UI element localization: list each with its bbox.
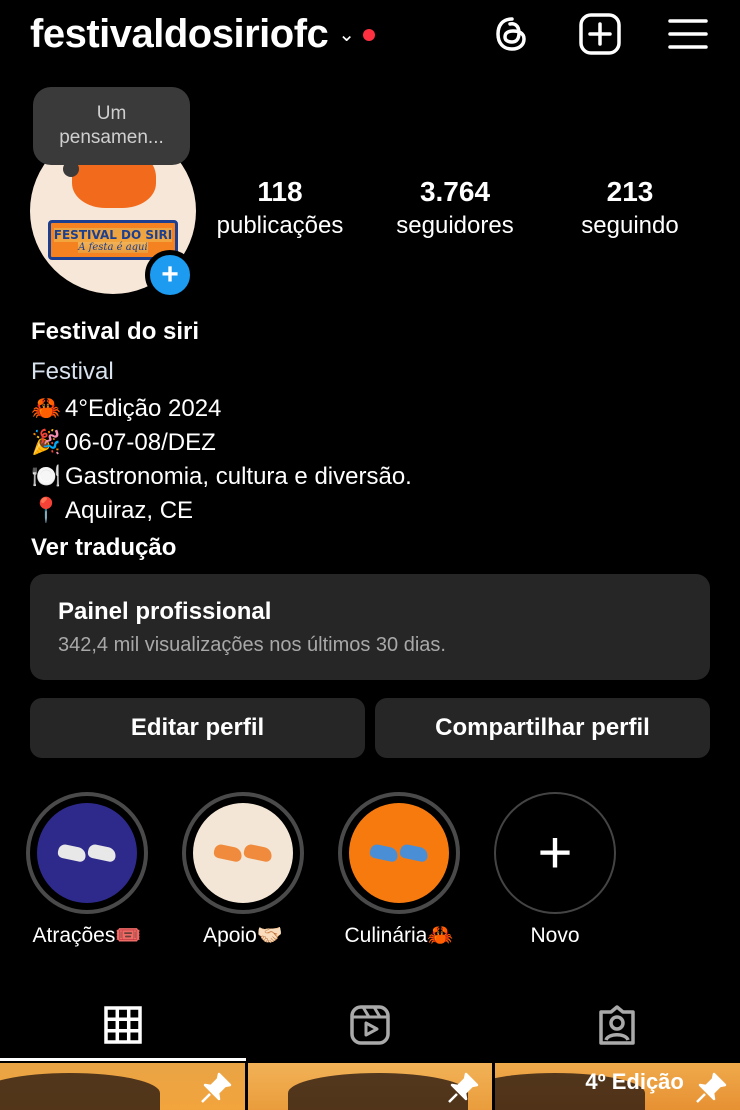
bio-line-text: 06-07-08/DEZ: [65, 429, 216, 456]
highlight-ring: [338, 792, 460, 914]
bio-line-text: Gastronomia, cultura e diversão.: [65, 463, 412, 490]
reels-icon: [350, 1005, 390, 1045]
pin-icon: 📍: [31, 497, 61, 524]
post-overlay-text: 4º Edição: [585, 1069, 684, 1094]
sandal-icon: [86, 843, 118, 863]
post-thumbnail[interactable]: [0, 1063, 245, 1110]
profile-stats: 118 publicações 3.764 seguidores 213 seg…: [200, 176, 710, 240]
highlight-cover: [37, 803, 137, 903]
party-popper-icon: 🎉: [31, 429, 61, 456]
profile-category: Festival: [31, 358, 114, 385]
highlight-ring: +: [494, 792, 616, 914]
stat-posts[interactable]: 118 publicações: [200, 176, 360, 240]
stat-label: seguindo: [581, 212, 679, 239]
stat-followers[interactable]: 3.764 seguidores: [375, 176, 535, 240]
note-text-line2: pensamen...: [59, 127, 164, 148]
post-thumbnail[interactable]: 4º Edição: [495, 1063, 740, 1110]
bio-line: 🎉 06-07-08/DEZ: [31, 426, 710, 460]
sandal-icon: [212, 843, 244, 863]
note-text-line1: Um: [96, 103, 127, 124]
palm-silhouette: [0, 1073, 160, 1110]
plate-icon: 🍽️: [31, 463, 61, 490]
palm-silhouette: [287, 1073, 468, 1110]
highlight-cover: [349, 803, 449, 903]
tab-reels[interactable]: [247, 990, 494, 1060]
crab-icon: 🦀: [31, 395, 61, 422]
highlight-ring: [182, 792, 304, 914]
share-profile-button[interactable]: Compartilhar perfil: [375, 698, 710, 758]
stat-label: seguidores: [396, 212, 514, 239]
edit-profile-button[interactable]: Editar perfil: [30, 698, 365, 758]
profile-bio: Festival do siri Festival 🦀 4°Edição 2024…: [31, 316, 710, 566]
panel-subtitle: 342,4 mil visualizações nos últimos 30 d…: [58, 634, 446, 656]
note-bubble[interactable]: Um pensamen...: [33, 87, 190, 177]
professional-dashboard[interactable]: Painel profissional 342,4 mil visualizaç…: [30, 574, 710, 680]
chevron-down-icon[interactable]: ⌄: [338, 22, 355, 47]
username-switcher[interactable]: festivaldosiriofc: [30, 12, 329, 57]
profile-actions: Editar perfil Compartilhar perfil: [30, 698, 710, 758]
post-thumbnail[interactable]: [247, 1063, 493, 1110]
bio-line: 📍 Aquiraz, CE: [31, 494, 710, 528]
stat-value: 118: [257, 176, 303, 207]
add-story-plus-icon[interactable]: +: [145, 250, 195, 300]
display-name: Festival do siri: [31, 318, 200, 345]
pin-icon: [696, 1072, 727, 1103]
bio-line-text: 4°Edição 2024: [65, 395, 222, 422]
stat-value: 3.764: [419, 176, 491, 207]
highlight-label: Atrações🎟️: [32, 924, 142, 947]
story-highlights: Atrações🎟️ Apoio🤝🏻 Culinária🦀 + Novo: [24, 792, 618, 948]
sandal-icon: [368, 843, 400, 863]
panel-title: Painel profissional: [58, 598, 272, 625]
add-post-icon[interactable]: [578, 12, 622, 56]
posts-grid: 4º Edição: [0, 1063, 740, 1110]
highlight-item[interactable]: Atrações🎟️: [24, 792, 150, 948]
notification-dot: [363, 29, 376, 41]
highlight-cover: [193, 803, 293, 903]
sandal-icon: [56, 843, 88, 863]
top-icons: [490, 12, 710, 56]
grid-icon: [104, 1006, 143, 1044]
highlight-label: Apoio🤝🏻: [203, 924, 283, 947]
threads-icon[interactable]: [490, 12, 534, 56]
menu-icon[interactable]: [666, 12, 710, 56]
pin-icon: [200, 1072, 231, 1103]
tab-tagged[interactable]: [493, 990, 740, 1060]
plus-icon: +: [537, 819, 573, 886]
active-tab-indicator: [0, 1058, 246, 1061]
profile-tabs: [0, 990, 740, 1060]
pin-icon: [448, 1072, 479, 1103]
new-highlight-button[interactable]: + Novo: [492, 792, 618, 948]
tagged-icon: [598, 1005, 635, 1045]
highlight-item[interactable]: Apoio🤝🏻: [180, 792, 306, 948]
bio-line: 🍽️ Gastronomia, cultura e diversão.: [31, 460, 710, 494]
stat-following[interactable]: 213 seguindo: [550, 176, 710, 240]
sandal-icon: [242, 843, 274, 863]
sandal-icon: [398, 843, 430, 863]
bio-line-text: Aquiraz, CE: [65, 497, 194, 524]
top-bar: festivaldosiriofc ⌄: [30, 8, 710, 60]
highlight-label: Culinária🦀: [344, 924, 454, 947]
highlight-ring: [26, 792, 148, 914]
highlight-item[interactable]: Culinária🦀: [336, 792, 462, 948]
bio-line: 🦀 4°Edição 2024: [31, 392, 710, 426]
stat-value: 213: [606, 176, 654, 207]
stat-label: publicações: [216, 212, 344, 239]
highlight-label: Novo: [530, 924, 580, 947]
tab-grid[interactable]: [0, 990, 247, 1060]
see-translation-link[interactable]: Ver tradução: [31, 530, 710, 566]
